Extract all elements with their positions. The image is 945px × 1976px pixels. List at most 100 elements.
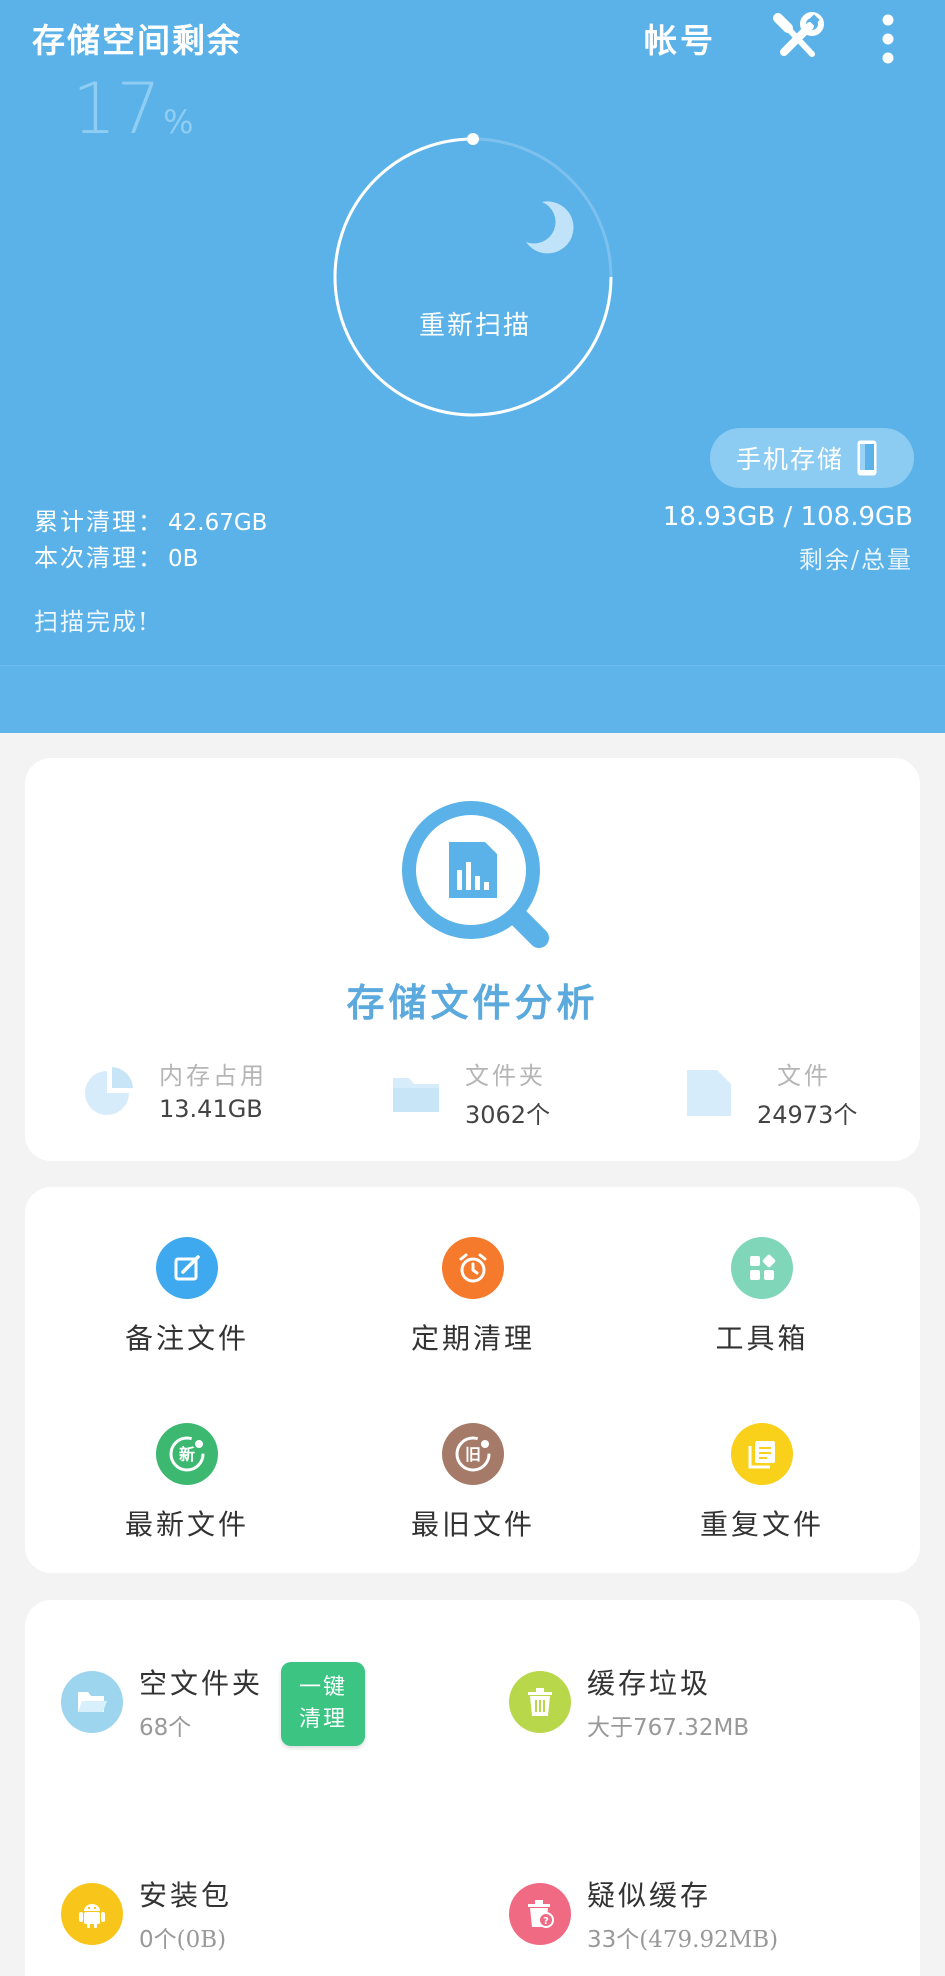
analysis-title: 存储文件分析: [346, 980, 599, 1025]
icon-circle: 新: [156, 1423, 218, 1485]
item-name: 安装包: [139, 1879, 233, 1912]
icon-circle: [61, 1883, 123, 1945]
folder-icon: [393, 1078, 439, 1112]
account-button[interactable]: 帐号: [644, 14, 716, 62]
current-label: 本次清理：: [34, 544, 164, 572]
cumulative-value: 42.67GB: [168, 510, 268, 536]
header-band: [0, 665, 945, 733]
copy-document-icon: [748, 1441, 775, 1469]
suspected-cache-item[interactable]: ? 疑似缓存 33个(479.92MB): [509, 1874, 778, 1954]
item-name: 空文件夹: [139, 1667, 264, 1700]
one-click-line-2: 清理: [298, 1707, 347, 1732]
icon-circle: [442, 1237, 504, 1299]
item-detail: 33个(479.92MB): [587, 1920, 778, 1954]
storage-capacity: 18.93GB / 108.9GB: [662, 502, 913, 532]
grid-item-label: 工具箱: [715, 1322, 809, 1355]
item-count: 68: [139, 1715, 169, 1741]
grid-item-label: 重复文件: [699, 1508, 824, 1541]
grid-item-label: 备注文件: [124, 1322, 249, 1355]
alarm-clock-icon: [459, 1253, 487, 1283]
icon-circle: [731, 1423, 793, 1485]
item-count: 767.32MB: [633, 1715, 750, 1741]
stat-value: 24973个: [757, 1095, 857, 1130]
stat-folders: 文件夹 3062个: [389, 1056, 550, 1130]
item-suffix: 个(0B): [153, 1927, 227, 1953]
stat-label: 内存占用: [159, 1062, 267, 1090]
pie-chart-icon: [85, 1066, 133, 1115]
trash-question-icon: ?: [528, 1900, 554, 1928]
item-name: 疑似缓存: [587, 1879, 712, 1912]
icon-circle: [156, 1237, 218, 1299]
android-icon: [79, 1904, 105, 1928]
storage-selector-label: 手机存储: [736, 445, 845, 474]
item-count: 0: [139, 1927, 154, 1953]
install-packages-item[interactable]: 安装包 0个(0B): [61, 1874, 232, 1954]
stat-number: 13.41GB: [159, 1095, 263, 1123]
stat-label: 文件夹: [465, 1062, 546, 1090]
cache-junk-item[interactable]: 缓存垃圾 大于767.32MB: [509, 1662, 749, 1742]
one-click-line-1: 一键: [298, 1675, 347, 1700]
item-name: 缓存垃圾: [587, 1667, 712, 1700]
oldest-files-button[interactable]: 旧 最旧文件: [358, 1423, 588, 1543]
one-click-clean-button[interactable]: 一键 清理: [281, 1662, 365, 1746]
scheduled-clean-button[interactable]: 定期清理: [358, 1237, 588, 1357]
percent-value: 17: [72, 68, 162, 150]
old-badge-icon: 旧: [455, 1436, 491, 1472]
file-analysis-card[interactable]: 存储文件分析 内存占用 13.41GB 文件夹 3062个 文件 24973个: [25, 758, 920, 1161]
stat-unit: 个: [526, 1101, 551, 1129]
current-clean: 本次清理： 0B: [34, 538, 198, 573]
item-detail: 大于767.32MB: [587, 1708, 749, 1742]
svg-text:新: 新: [179, 1445, 195, 1464]
edit-note-icon: [174, 1255, 200, 1281]
file-icon: [687, 1070, 731, 1116]
magnifier-sd-card-icon: [402, 801, 549, 948]
item-detail: 0个(0B): [139, 1920, 232, 1954]
storage-header: 存储空间剩余 帐号 17% 重新扫描 手机存储 累计清理： 42.67GB 本次…: [0, 0, 945, 733]
new-badge-icon: 新: [169, 1436, 205, 1472]
stat-files: 文件 24973个: [681, 1056, 857, 1130]
cumulative-clean: 累计清理： 42.67GB: [34, 502, 267, 537]
empty-folders-item[interactable]: 空文件夹 68个: [61, 1662, 263, 1742]
trash-can-icon: [528, 1688, 552, 1716]
storage-selector-button[interactable]: 手机存储: [710, 428, 914, 488]
cumulative-label: 累计清理：: [34, 508, 164, 536]
icon-circle: [61, 1671, 123, 1733]
stat-memory-usage: 内存占用 13.41GB: [83, 1056, 267, 1123]
item-prefix: 大于: [587, 1715, 633, 1741]
stat-number: 3062: [465, 1101, 527, 1129]
scan-ring[interactable]: [318, 122, 628, 432]
tools-grid-card: 备注文件 定期清理 工具箱 新 最新文件 旧 最旧文件 重复文件: [25, 1187, 920, 1573]
tools-button[interactable]: [770, 10, 826, 66]
stat-label: 文件: [777, 1062, 831, 1090]
svg-text:?: ?: [543, 1916, 549, 1927]
icon-circle: [731, 1237, 793, 1299]
capacity-label: 剩余/总量: [798, 546, 913, 574]
rescan-button[interactable]: 重新扫描: [385, 305, 565, 342]
more-options-button[interactable]: [870, 12, 906, 66]
icon-circle: [509, 1671, 571, 1733]
item-count: 33: [587, 1927, 617, 1953]
icon-circle: ?: [509, 1883, 571, 1945]
scan-ring-graphic: [333, 133, 613, 417]
app-title: 存储空间剩余: [32, 21, 242, 60]
note-files-button[interactable]: 备注文件: [72, 1237, 302, 1357]
remaining-percent: 17%: [72, 68, 193, 150]
wrench-screwdriver-icon: [773, 12, 824, 57]
percent-sign: %: [163, 103, 194, 141]
current-value: 0B: [168, 546, 199, 572]
duplicate-files-button[interactable]: 重复文件: [647, 1423, 877, 1543]
stat-value: 13.41GB: [159, 1095, 267, 1123]
item-detail: 68个: [139, 1708, 263, 1742]
toolbox-button[interactable]: 工具箱: [647, 1237, 877, 1357]
grid-item-label: 最新文件: [124, 1508, 249, 1541]
junk-clean-card: 空文件夹 68个 一键 清理 缓存垃圾 大于767.32MB 安装包 0个(0B…: [25, 1600, 920, 1976]
newest-files-button[interactable]: 新 最新文件: [72, 1423, 302, 1543]
svg-text:旧: 旧: [465, 1445, 481, 1464]
grid-apps-icon: [750, 1254, 776, 1280]
item-suffix: 个(479.92MB): [616, 1927, 779, 1953]
phone-icon: [857, 440, 877, 476]
stat-value: 3062个: [465, 1095, 550, 1130]
item-suffix: 个: [168, 1715, 192, 1741]
stat-number: 24973: [757, 1101, 834, 1129]
icon-circle: 旧: [442, 1423, 504, 1485]
